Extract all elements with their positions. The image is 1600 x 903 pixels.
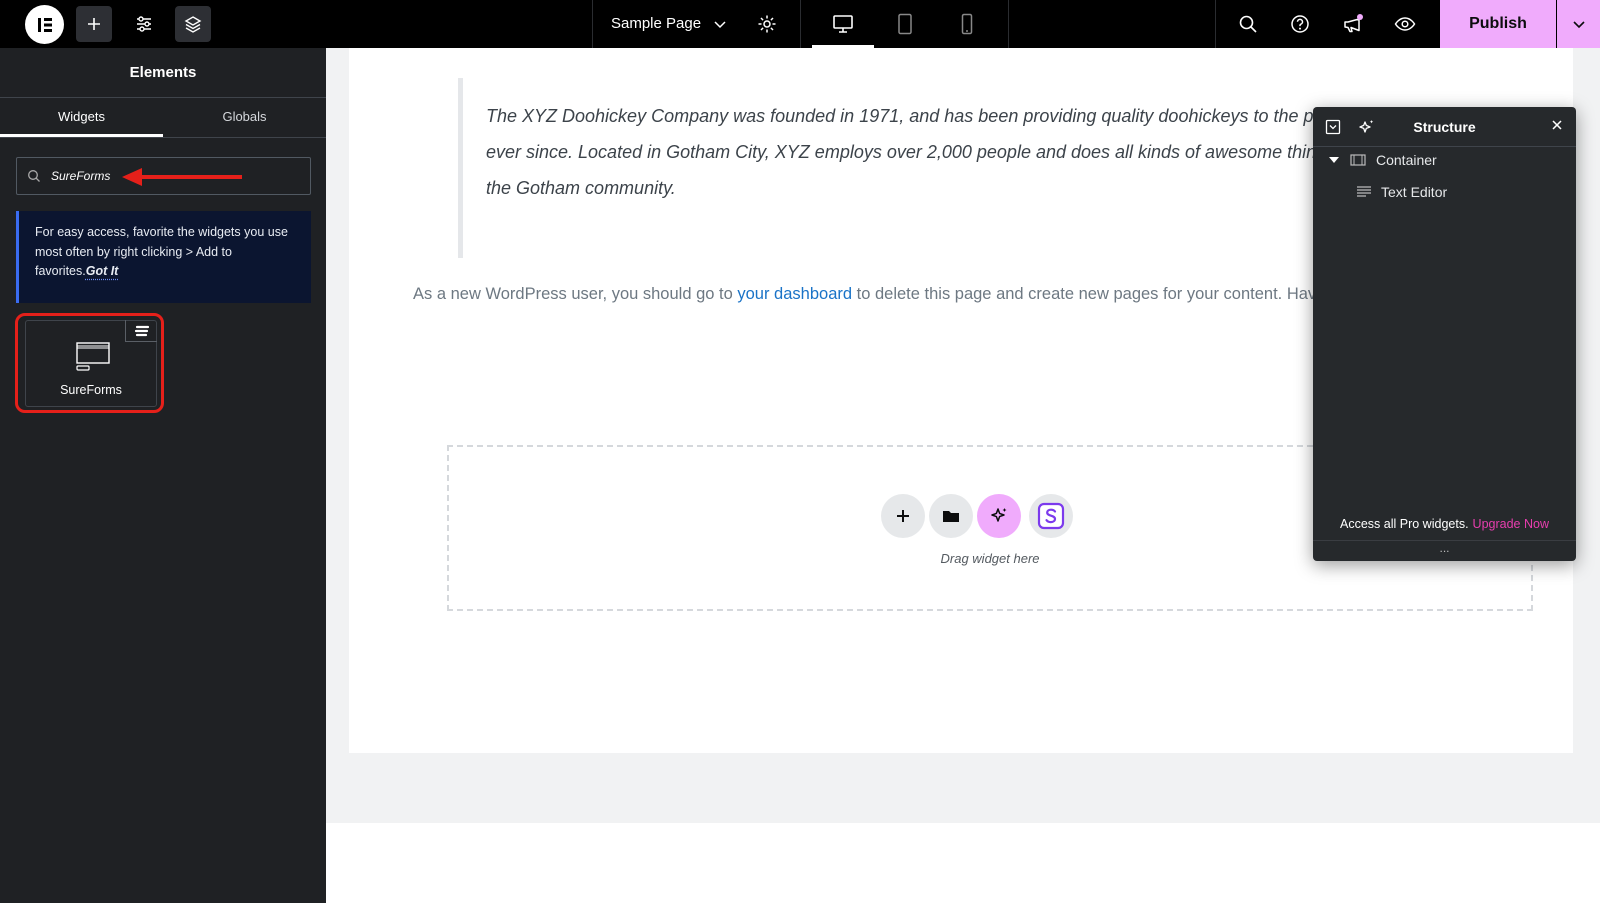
elements-panel: Elements Widgets Globals For easy access…	[0, 48, 326, 903]
tip-text: For easy access, favorite the widgets yo…	[35, 225, 288, 278]
desktop-view-button[interactable]	[812, 0, 874, 48]
structure-panel: Structure Container Text Editor Access a…	[1313, 107, 1576, 561]
intro-paragraph[interactable]: As a new WordPress user, you should go t…	[413, 285, 1313, 304]
structure-header: Structure	[1313, 107, 1576, 147]
page-footer	[326, 823, 1600, 903]
paragraph-text-after: to delete this page and create new pages…	[852, 285, 1313, 303]
resize-handle[interactable]: ...	[1313, 540, 1576, 555]
structure-item-container[interactable]: Container	[1328, 152, 1437, 168]
add-template-button[interactable]	[929, 494, 973, 538]
megaphone-icon	[1344, 14, 1363, 33]
upgrade-now-link[interactable]: Upgrade Now	[1473, 517, 1549, 531]
dashboard-link[interactable]: your dashboard	[737, 285, 852, 303]
structure-item-label: Text Editor	[1381, 184, 1448, 200]
favorites-tip: For easy access, favorite the widgets yo…	[16, 211, 311, 303]
add-section-button[interactable]	[881, 494, 925, 538]
quote-text: The XYZ Doohickey Company was founded in…	[486, 106, 1358, 198]
whats-new-button[interactable]	[1338, 0, 1368, 48]
tablet-icon	[898, 13, 912, 35]
paragraph-text-before: As a new WordPress user, you should go t…	[413, 285, 738, 303]
structure-button[interactable]	[174, 6, 211, 42]
widget-label: SureForms	[60, 383, 122, 397]
sureforms-logo-icon	[125, 320, 157, 342]
red-arrow-annotation	[122, 168, 242, 186]
got-it-link[interactable]: Got It	[86, 264, 119, 278]
eye-icon	[1394, 17, 1416, 31]
close-icon[interactable]	[1550, 118, 1564, 137]
mobile-view-button[interactable]	[936, 0, 998, 48]
structure-item-text-editor[interactable]: Text Editor	[1356, 184, 1447, 200]
page-settings-button[interactable]	[752, 0, 782, 48]
elementor-logo-icon[interactable]	[25, 5, 64, 44]
blockquote[interactable]: The XYZ Doohickey Company was founded in…	[458, 78, 1358, 258]
plus-icon	[897, 510, 909, 522]
desktop-icon	[833, 15, 853, 33]
page-title[interactable]: Sample Page	[611, 0, 701, 48]
highlight-box: SureForms	[15, 313, 164, 413]
tab-widgets[interactable]: Widgets	[0, 98, 163, 137]
tablet-view-button[interactable]	[874, 0, 936, 48]
help-icon	[1291, 15, 1309, 33]
top-bar: Sample Page Publish	[0, 0, 1600, 48]
gear-icon	[758, 15, 776, 33]
preview-button[interactable]	[1390, 0, 1420, 48]
mobile-icon	[961, 13, 973, 35]
structure-item-label: Container	[1376, 152, 1437, 168]
text-editor-icon	[1357, 186, 1371, 197]
structure-title: Structure	[1413, 118, 1476, 135]
plus-icon	[87, 18, 100, 30]
ai-button[interactable]	[977, 494, 1021, 538]
chevron-down-icon	[1572, 21, 1585, 29]
upsell-text: Access all Pro widgets.	[1340, 517, 1469, 531]
sliders-icon	[136, 16, 151, 32]
caret-down-icon	[1329, 157, 1339, 163]
folder-icon	[943, 511, 959, 522]
publish-options-button[interactable]	[1557, 0, 1600, 48]
sparkle-icon	[991, 508, 1007, 522]
publish-button[interactable]: Publish	[1440, 0, 1556, 48]
search-icon	[1239, 15, 1257, 33]
form-window-icon	[76, 342, 110, 371]
chevron-down-icon[interactable]	[708, 0, 732, 48]
search-button[interactable]	[1233, 0, 1263, 48]
container-icon	[1350, 154, 1366, 166]
panel-tabs: Widgets Globals	[0, 98, 326, 138]
sureforms-button[interactable]	[1029, 494, 1073, 538]
search-icon	[28, 170, 40, 182]
pro-upsell: Access all Pro widgets. Upgrade Now	[1313, 517, 1576, 531]
layers-icon	[184, 16, 201, 33]
tab-globals[interactable]: Globals	[163, 98, 326, 137]
widget-sureforms[interactable]: SureForms	[25, 320, 157, 407]
sureforms-s-icon	[1037, 502, 1065, 530]
site-settings-button[interactable]	[126, 6, 162, 42]
help-button[interactable]	[1285, 0, 1315, 48]
panel-title: Elements	[0, 48, 326, 98]
add-element-button[interactable]	[75, 6, 112, 42]
